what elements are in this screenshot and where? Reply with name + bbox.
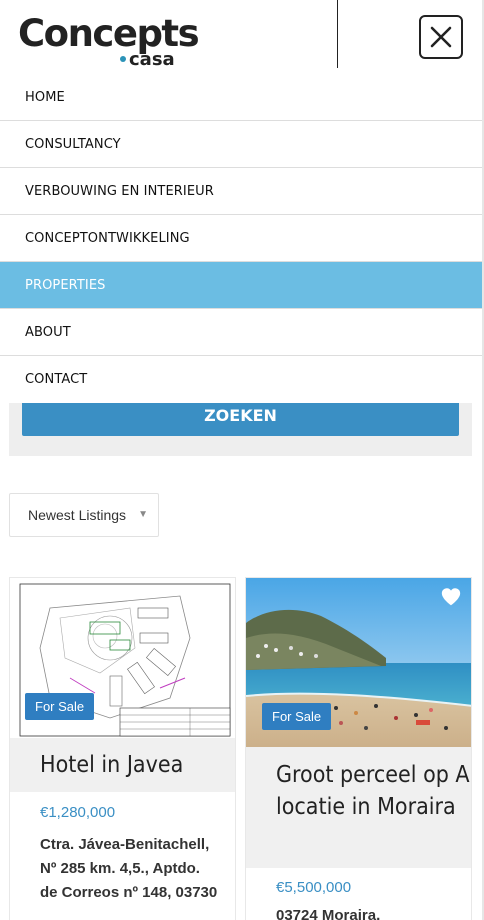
listing-body: €5,500,000 03724 Moraira, [246, 868, 471, 920]
close-menu-button[interactable] [419, 15, 463, 59]
listing-card[interactable]: For Sale Hotel in Javea €1,280,000 Ctra.… [9, 577, 236, 920]
for-sale-badge[interactable]: For Sale [262, 703, 332, 730]
listing-image-beach[interactable]: For Sale [246, 578, 471, 747]
sort-select[interactable]: Newest Listings ▼ [9, 493, 159, 537]
listing-price: €1,280,000 [40, 804, 116, 821]
logo-subtext: casa [120, 50, 175, 70]
mobile-menu: HOME CONSULTANCY VERBOUWING EN INTERIEUR… [0, 74, 484, 403]
menu-item-about[interactable]: ABOUT [0, 309, 484, 356]
chevron-down-icon: ▼ [138, 509, 148, 520]
close-icon [430, 26, 452, 48]
listing-address: 03724 Moraira, [276, 907, 381, 920]
page: ZOEKEN Newest Listings ▼ For Sale Hotel … [0, 0, 484, 920]
menu-item-contact[interactable]: CONTACT [0, 356, 484, 403]
menu-item-home[interactable]: HOME [0, 74, 484, 121]
menu-item-conceptontwikkeling[interactable]: CONCEPTONTWIKKELING [0, 215, 484, 262]
listing-body: €1,280,000 Ctra. Jávea-Benitachell, Nº 2… [10, 792, 235, 905]
menu-item-verbouwing-en-interieur[interactable]: VERBOUWING EN INTERIEUR [0, 168, 484, 215]
sort-selected-value: Newest Listings [28, 507, 127, 523]
menu-item-properties[interactable]: PROPERTIES [0, 262, 484, 309]
listing-image-floor-plan[interactable]: For Sale [10, 578, 235, 738]
site-header: Concepts casa [0, 0, 484, 74]
listing-price: €5,500,000 [276, 879, 352, 896]
listing-title[interactable]: Hotel in Javea [10, 738, 235, 792]
logo-sub-label: casa [129, 49, 175, 70]
menu-item-consultancy[interactable]: CONSULTANCY [0, 121, 484, 168]
listing-card[interactable]: For Sale Groot perceel op A locatie in M… [245, 577, 472, 920]
logo-dot [120, 56, 126, 62]
listing-title[interactable]: Groot perceel op A locatie in Moraira [246, 747, 471, 868]
logo[interactable]: Concepts casa [18, 12, 200, 70]
logo-wordmark: Concepts [18, 12, 200, 55]
listing-address: Ctra. Jávea-Benitachell, Nº 285 km. 4,5.… [40, 836, 218, 901]
heart-icon[interactable] [440, 586, 462, 608]
header-divider [337, 0, 338, 68]
for-sale-badge[interactable]: For Sale [25, 693, 95, 720]
